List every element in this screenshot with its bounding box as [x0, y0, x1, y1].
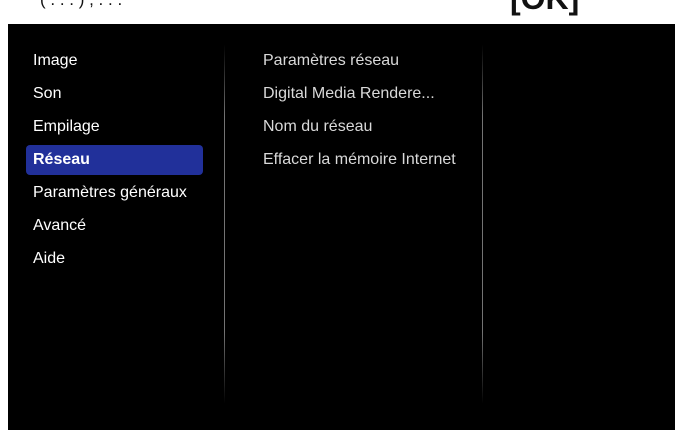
- sub-menu: Paramètres réseau Digital Media Rendere.…: [263, 46, 456, 178]
- submenu-item-digital-media-renderer[interactable]: Digital Media Rendere...: [263, 79, 456, 109]
- menu-item-reseau[interactable]: Réseau: [26, 145, 203, 175]
- menu-item-avance[interactable]: Avancé: [26, 211, 221, 241]
- menu-divider-right: [482, 44, 483, 404]
- menu-item-empilage[interactable]: Empilage: [26, 112, 221, 142]
- menu-item-son[interactable]: Son: [26, 79, 221, 109]
- menu-item-aide[interactable]: Aide: [26, 244, 221, 274]
- submenu-item-nom-du-reseau[interactable]: Nom du réseau: [263, 112, 456, 142]
- main-menu: Image Son Empilage Réseau Paramètres gén…: [26, 46, 221, 277]
- osd-menu-screen: Image Son Empilage Réseau Paramètres gén…: [8, 24, 675, 430]
- top-instruction-strip: ( . . . ) , . . . [OK]: [0, 0, 683, 24]
- menu-item-image[interactable]: Image: [26, 46, 221, 76]
- submenu-item-parametres-reseau[interactable]: Paramètres réseau: [263, 46, 456, 76]
- menu-divider-left: [224, 44, 225, 404]
- ok-key-hint: [OK]: [510, 0, 579, 17]
- menu-item-parametres-generaux[interactable]: Paramètres généraux: [26, 178, 221, 208]
- instruction-text: ( . . . ) , . . .: [40, 0, 122, 10]
- submenu-item-effacer-memoire-internet[interactable]: Effacer la mémoire Internet: [263, 145, 456, 175]
